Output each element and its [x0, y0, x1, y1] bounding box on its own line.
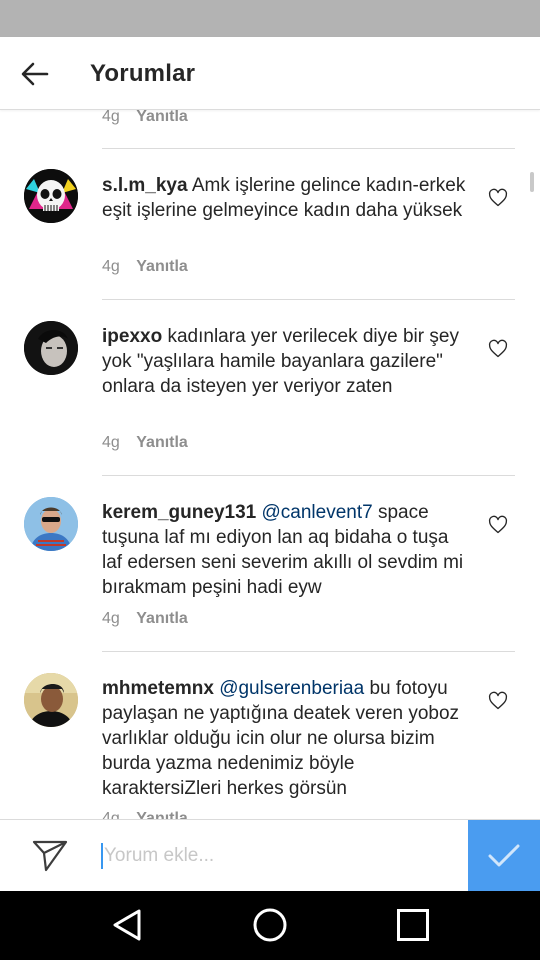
divider — [102, 148, 515, 149]
reply-button[interactable]: Yanıtla — [136, 434, 188, 451]
comment-meta: 4g Yanıtla — [102, 610, 188, 628]
divider — [102, 651, 515, 652]
comment-text: ipexxo kadınlara yer verilecek diye bir … — [102, 324, 472, 399]
comment-meta: 4g Yanıtla — [102, 258, 188, 276]
like-button[interactable] — [488, 339, 508, 359]
comment-mention[interactable]: @gulserenberiaa — [219, 678, 364, 699]
paper-plane-icon — [32, 840, 68, 872]
skull-avatar-image — [24, 169, 78, 223]
divider — [102, 299, 515, 300]
status-bar — [0, 0, 540, 37]
system-navigation-bar — [0, 891, 540, 960]
comment-text: s.l.m_kya Amk işlerine gelince kadın-erk… — [102, 173, 472, 223]
portrait-avatar-image — [24, 321, 78, 375]
comment-time: 4g — [102, 610, 120, 627]
avatar[interactable] — [24, 321, 78, 375]
reply-button[interactable]: Yanıtla — [136, 258, 188, 275]
avatar[interactable] — [24, 497, 78, 551]
comment-meta: 4g Yanıtla — [102, 110, 188, 126]
comment-time: 4g — [102, 110, 120, 125]
comment-username[interactable]: ipexxo — [102, 326, 162, 347]
nav-back-button[interactable] — [107, 905, 147, 945]
heart-outline-icon — [488, 339, 508, 358]
reply-button[interactable]: Yanıtla — [136, 810, 188, 819]
checkmark-icon — [488, 844, 520, 867]
comment-time: 4g — [102, 258, 120, 275]
triangle-back-icon — [113, 909, 141, 941]
square-recents-icon — [397, 909, 429, 941]
like-button[interactable] — [488, 188, 508, 208]
comment-text: mhmetemnx @gulserenberiaa bu fotoyu payl… — [102, 676, 472, 801]
comment-text: kerem_guney131 @canlevent7 space tuşuna … — [102, 500, 472, 600]
like-button[interactable] — [488, 691, 508, 711]
scrollbar[interactable] — [530, 172, 534, 192]
nav-home-button[interactable] — [250, 905, 290, 945]
text-cursor — [101, 843, 103, 869]
reply-button[interactable]: Yanıtla — [136, 110, 188, 125]
circle-home-icon — [253, 908, 287, 942]
like-button[interactable] — [488, 515, 508, 535]
comment-input-bar — [0, 819, 540, 892]
comment-list[interactable]: 4g Yanıtla s.l.m_kya Amk işlerine gelinc… — [0, 110, 540, 819]
portrait-avatar-image — [24, 497, 78, 551]
comment-time: 4g — [102, 810, 120, 819]
comment-mention[interactable]: @canlevent7 — [262, 502, 373, 523]
portrait-avatar-image — [24, 673, 78, 727]
arrow-left-icon — [21, 62, 49, 86]
comment-username[interactable]: mhmetemnx — [102, 678, 214, 699]
app-bar: Yorumlar — [0, 37, 540, 110]
heart-outline-icon — [488, 691, 508, 710]
post-comment-button[interactable] — [468, 820, 540, 892]
comment-input[interactable] — [104, 838, 454, 874]
comment-username[interactable]: s.l.m_kya — [102, 175, 188, 196]
divider — [102, 475, 515, 476]
page-title: Yorumlar — [90, 60, 196, 87]
comment-username[interactable]: kerem_guney131 — [102, 502, 256, 523]
nav-recents-button[interactable] — [393, 905, 433, 945]
comment-meta: 4g Yanıtla — [102, 810, 188, 819]
heart-outline-icon — [488, 188, 508, 207]
comment-meta: 4g Yanıtla — [102, 434, 188, 452]
avatar[interactable] — [24, 673, 78, 727]
direct-send-button[interactable] — [32, 839, 68, 873]
reply-button[interactable]: Yanıtla — [136, 610, 188, 627]
comment-time: 4g — [102, 434, 120, 451]
back-button[interactable] — [16, 55, 54, 93]
heart-outline-icon — [488, 515, 508, 534]
avatar[interactable] — [24, 169, 78, 223]
